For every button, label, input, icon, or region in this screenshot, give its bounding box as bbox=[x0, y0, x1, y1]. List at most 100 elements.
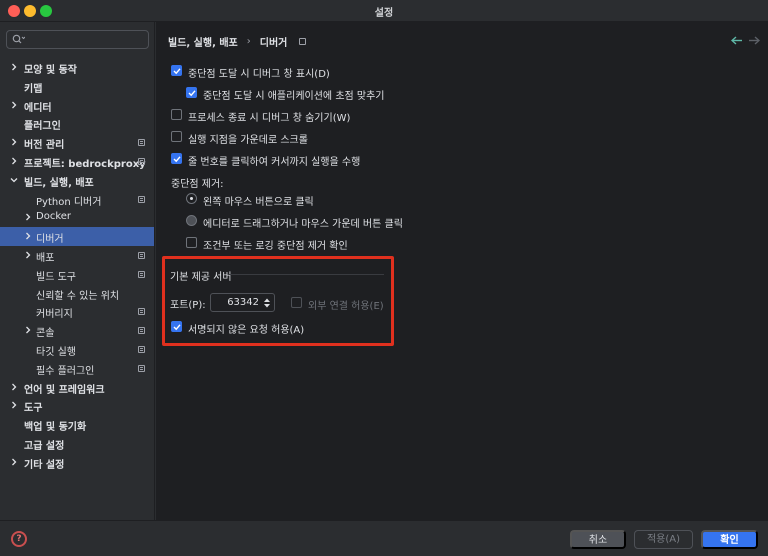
scroll-center-label: 실행 지점을 가운데로 스크롤 bbox=[188, 135, 308, 146]
hide-on-exit-checkbox[interactable] bbox=[171, 109, 182, 120]
port-input[interactable] bbox=[215, 296, 259, 309]
focus-app-checkbox[interactable] bbox=[186, 87, 197, 98]
project-level-icon bbox=[138, 158, 145, 165]
sidebar-item[interactable]: 콘솔 bbox=[0, 321, 154, 340]
chevron-right-icon[interactable] bbox=[10, 458, 18, 466]
scroll-center-checkbox[interactable] bbox=[171, 131, 182, 142]
port-label: 포트(P): bbox=[170, 300, 206, 311]
sidebar-item-label: 배포 bbox=[36, 253, 55, 264]
sidebar-item-label: Docker bbox=[36, 211, 72, 223]
sidebar-item[interactable]: 모양 및 동작 bbox=[0, 58, 154, 77]
sidebar-item[interactable]: 배포 bbox=[0, 246, 154, 265]
sidebar-item[interactable]: 에디터 bbox=[0, 96, 154, 115]
sidebar-item-label: 빌드, 실행, 배포 bbox=[24, 177, 94, 189]
sidebar-item-label: 빌드 도구 bbox=[36, 271, 76, 283]
sidebar-item-label: 백업 및 동기화 bbox=[24, 422, 87, 434]
confirm-remove-label: 조건부 또는 로깅 중단점 제거 확인 bbox=[203, 241, 348, 252]
confirm-remove-checkbox[interactable] bbox=[186, 237, 197, 248]
sidebar-item-label: Python 디버거 bbox=[36, 196, 102, 208]
sidebar-item[interactable]: 키맵 bbox=[0, 77, 154, 96]
dialog-footer: ? 취소 적용(A) 확인 bbox=[0, 520, 768, 556]
sidebar-item[interactable]: 도구 bbox=[0, 396, 154, 415]
chevron-right-icon[interactable] bbox=[24, 326, 32, 334]
sidebar-item[interactable]: 고급 설정 bbox=[0, 434, 154, 453]
sidebar-item-label: 언어 및 프레임워크 bbox=[24, 384, 105, 396]
project-level-icon bbox=[138, 270, 145, 278]
project-level-icon bbox=[138, 139, 145, 147]
run-to-cursor-checkbox[interactable] bbox=[171, 153, 182, 164]
sidebar-item-label: 타깃 실행 bbox=[36, 347, 76, 358]
sidebar-item[interactable]: 빌드 도구 bbox=[0, 265, 154, 284]
sidebar-item[interactable]: Docker bbox=[0, 208, 154, 227]
unsigned-requests-option[interactable]: 서명되지 않은 요청 허용(A) bbox=[171, 319, 371, 336]
sidebar-item[interactable]: 신뢰할 수 있는 위치 bbox=[0, 284, 154, 303]
chevron-right-icon[interactable] bbox=[10, 401, 18, 409]
sidebar-item[interactable]: 타깃 실행 bbox=[0, 340, 154, 359]
chevron-right-icon[interactable] bbox=[10, 63, 18, 71]
sidebar-item[interactable]: 언어 및 프레임워크 bbox=[0, 378, 154, 397]
chevron-down-icon[interactable] bbox=[10, 176, 18, 184]
radio-left-click-label: 왼쪽 마우스 버튼으로 클릭 bbox=[203, 197, 314, 208]
breadcrumb-separator: › bbox=[246, 35, 251, 47]
chevron-right-icon[interactable] bbox=[10, 101, 18, 109]
sidebar-item[interactable]: 커버리지 bbox=[0, 302, 154, 321]
activate-on-breakpoint-checkbox[interactable] bbox=[171, 65, 182, 76]
project-level-icon bbox=[138, 364, 145, 372]
title-bar: 설정 bbox=[0, 0, 768, 22]
sidebar-item[interactable]: Python 디버거 bbox=[0, 190, 154, 209]
sidebar-item-label: 도구 bbox=[24, 403, 43, 415]
radio-left-click[interactable] bbox=[186, 193, 197, 204]
sidebar-item[interactable]: 플러그인 bbox=[0, 114, 154, 133]
sidebar-item[interactable]: 프로젝트: bedrockproxy bbox=[0, 152, 154, 171]
sidebar-item-label: 키맵 bbox=[24, 83, 43, 95]
unsigned-requests-checkbox[interactable] bbox=[171, 321, 182, 332]
activate-on-breakpoint-option[interactable]: 중단점 도달 시 디버그 창 표시(D) bbox=[171, 63, 471, 80]
search-box[interactable] bbox=[6, 30, 149, 49]
section-divider bbox=[228, 274, 384, 275]
settings-sidebar: 모양 및 동작키맵 에디터 플러그인버전 관리 프로젝트: bedrockproxy 빌… bbox=[0, 22, 155, 520]
sidebar-item[interactable]: 기타 설정 bbox=[0, 453, 154, 472]
sidebar-item[interactable]: 빌드, 실행, 배포 bbox=[0, 171, 154, 190]
breadcrumb-current: 디버거 bbox=[259, 37, 288, 49]
ok-button[interactable]: 확인 bbox=[701, 530, 758, 549]
sidebar-item[interactable]: 필수 플러그인 bbox=[0, 359, 154, 378]
hide-on-exit-label: 프로세스 종료 시 디버그 창 숨기기(W) bbox=[188, 113, 351, 124]
cancel-button[interactable]: 취소 bbox=[570, 530, 626, 549]
hide-on-exit-option[interactable]: 프로세스 종료 시 디버그 창 숨기기(W) bbox=[171, 107, 471, 124]
activate-on-breakpoint-label: 중단점 도달 시 디버그 창 표시(D) bbox=[188, 69, 330, 80]
external-connections-label: 외부 연결 허용(E) bbox=[308, 301, 384, 312]
chevron-right-icon[interactable] bbox=[10, 383, 18, 391]
external-connections-option[interactable]: 외부 연결 허용(E) bbox=[291, 295, 391, 312]
settings-content: 빌드, 실행, 배포 › 디버거 중단점 도달 시 디버그 창 표시(D) 중단… bbox=[156, 22, 768, 520]
forward-arrow-icon[interactable] bbox=[748, 36, 760, 45]
sidebar-item-label: 고급 설정 bbox=[24, 441, 65, 452]
window-title: 설정 bbox=[374, 8, 394, 19]
help-button[interactable]: ? bbox=[11, 531, 27, 547]
sidebar-item-label: 커버리지 bbox=[36, 309, 73, 321]
radio-drag[interactable] bbox=[186, 215, 197, 226]
external-connections-checkbox[interactable] bbox=[291, 297, 302, 308]
project-level-icon bbox=[138, 327, 145, 335]
chevron-right-icon[interactable] bbox=[10, 157, 18, 165]
apply-button[interactable]: 적용(A) bbox=[634, 530, 693, 549]
sidebar-item-label: 버전 관리 bbox=[24, 140, 65, 152]
sidebar-item[interactable]: 버전 관리 bbox=[0, 133, 154, 152]
chevron-right-icon[interactable] bbox=[24, 213, 32, 221]
radio-left-click-option[interactable]: 왼쪽 마우스 버튼으로 클릭 bbox=[186, 191, 486, 208]
port-spinner-icon[interactable] bbox=[263, 297, 271, 309]
sidebar-item[interactable]: 디버거 bbox=[0, 227, 154, 247]
search-input[interactable] bbox=[31, 32, 143, 47]
breadcrumb-parent[interactable]: 빌드, 실행, 배포 bbox=[168, 34, 238, 49]
focus-app-option[interactable]: 중단점 도달 시 애플리케이션에 초점 맞추기 bbox=[186, 85, 486, 102]
confirm-remove-option[interactable]: 조건부 또는 로깅 중단점 제거 확인 bbox=[186, 235, 486, 252]
chevron-right-icon[interactable] bbox=[24, 251, 32, 259]
run-to-cursor-option[interactable]: 줄 번호를 클릭하여 커서까지 실행을 수행 bbox=[171, 151, 471, 168]
sidebar-item[interactable]: 백업 및 동기화 bbox=[0, 415, 154, 434]
back-arrow-icon[interactable] bbox=[731, 36, 743, 45]
radio-drag-option[interactable]: 에디터로 드래그하거나 마우스 가운데 버튼 클릭 bbox=[186, 213, 486, 230]
scroll-center-option[interactable]: 실행 지점을 가운데로 스크롤 bbox=[171, 129, 471, 146]
chevron-right-icon[interactable] bbox=[10, 138, 18, 146]
project-level-icon bbox=[138, 308, 145, 316]
port-field[interactable] bbox=[210, 293, 275, 312]
chevron-right-icon[interactable] bbox=[24, 232, 32, 240]
